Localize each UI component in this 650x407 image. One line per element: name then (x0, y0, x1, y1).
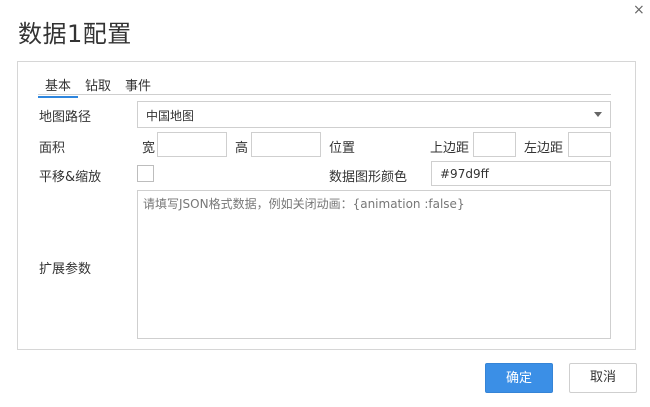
left-margin-input[interactable] (568, 132, 611, 157)
map-path-value: 中国地图 (146, 109, 195, 123)
color-label: 数据图形颜色 (329, 170, 408, 185)
pan-zoom-label: 平移&缩放 (39, 170, 102, 185)
map-path-label: 地图路径 (39, 110, 92, 125)
dialog-title: 数据1配置 (18, 20, 132, 48)
ext-params-label: 扩展参数 (39, 262, 92, 277)
config-panel: 基本 钻取 事件 地图路径 中国地图 面积 宽 高 位置 上边距 左边距 平移&… (17, 61, 636, 350)
cancel-button[interactable]: 取消 (569, 363, 637, 393)
chevron-down-icon (594, 112, 602, 117)
top-margin-input[interactable] (473, 132, 516, 157)
top-margin-label: 上边距 (430, 141, 470, 156)
ext-params-textarea[interactable]: 请填写JSON格式数据，例如关闭动画：{animation :false} (137, 190, 611, 339)
height-input[interactable] (251, 132, 321, 157)
height-label: 高 (235, 141, 249, 156)
pan-zoom-checkbox[interactable] (137, 165, 154, 182)
tabs-divider (38, 94, 611, 95)
width-input[interactable] (157, 132, 227, 157)
left-margin-label: 左边距 (524, 141, 564, 156)
ext-params-placeholder: 请填写JSON格式数据，例如关闭动画：{animation :false} (143, 197, 465, 211)
position-label: 位置 (329, 141, 356, 156)
close-icon[interactable]: × (633, 3, 645, 17)
color-input[interactable]: #97d9ff (431, 161, 611, 186)
area-label: 面积 (39, 141, 66, 156)
width-label: 宽 (142, 141, 156, 156)
map-path-select[interactable]: 中国地图 (137, 101, 611, 128)
confirm-button[interactable]: 确定 (485, 363, 553, 393)
color-value: #97d9ff (440, 167, 489, 181)
